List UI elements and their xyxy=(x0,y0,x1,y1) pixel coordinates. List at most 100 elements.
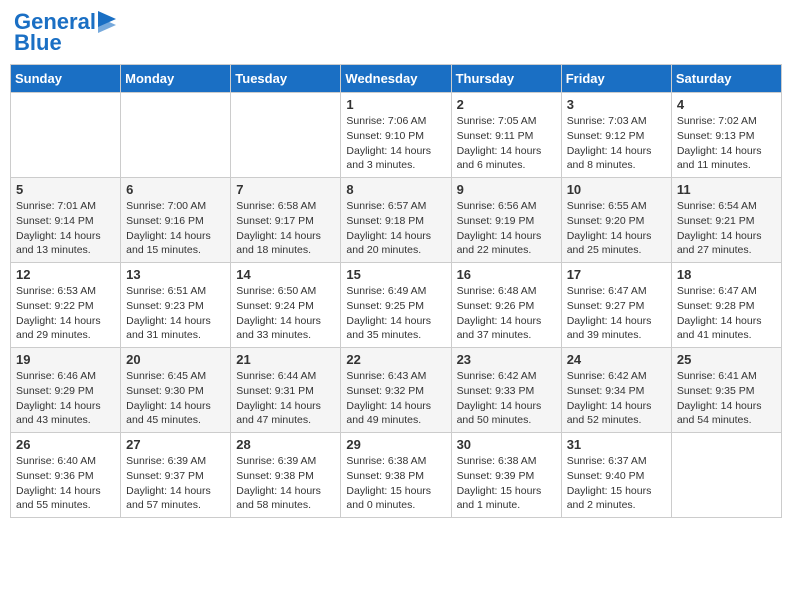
day-info: Sunrise: 7:05 AM Sunset: 9:11 PM Dayligh… xyxy=(457,114,556,173)
day-number: 27 xyxy=(126,437,225,452)
calendar-cell: 15 Sunrise: 6:49 AM Sunset: 9:25 PM Dayli… xyxy=(341,263,451,348)
weekday-header-tuesday: Tuesday xyxy=(231,65,341,93)
day-number: 4 xyxy=(677,97,776,112)
day-number: 10 xyxy=(567,182,666,197)
day-number: 23 xyxy=(457,352,556,367)
logo: General Blue xyxy=(14,10,116,56)
calendar-cell: 23 Sunrise: 6:42 AM Sunset: 9:33 PM Dayli… xyxy=(451,348,561,433)
day-info: Sunrise: 6:39 AM Sunset: 9:37 PM Dayligh… xyxy=(126,454,225,513)
calendar-cell: 14Sunrise: 6:50 AM Sunset: 9:24 PM Dayli… xyxy=(231,263,341,348)
day-number: 8 xyxy=(346,182,445,197)
calendar-cell: 27 Sunrise: 6:39 AM Sunset: 9:37 PM Dayli… xyxy=(121,433,231,518)
calendar-cell: 17 Sunrise: 6:47 AM Sunset: 9:27 PM Dayli… xyxy=(561,263,671,348)
day-info: Sunrise: 6:47 AM Sunset: 9:27 PM Dayligh… xyxy=(567,284,666,343)
day-number: 20 xyxy=(126,352,225,367)
day-number: 17 xyxy=(567,267,666,282)
day-number: 18 xyxy=(677,267,776,282)
weekday-header-wednesday: Wednesday xyxy=(341,65,451,93)
weekday-header-thursday: Thursday xyxy=(451,65,561,93)
day-number: 15 xyxy=(346,267,445,282)
day-info: Sunrise: 6:37 AM Sunset: 9:40 PM Dayligh… xyxy=(567,454,666,513)
calendar-cell: 4 Sunrise: 7:02 AM Sunset: 9:13 PM Daylig… xyxy=(671,93,781,178)
calendar-cell: 12 Sunrise: 6:53 AM Sunset: 9:22 PM Dayli… xyxy=(11,263,121,348)
weekday-header-sunday: Sunday xyxy=(11,65,121,93)
day-info: Sunrise: 6:51 AM Sunset: 9:23 PM Dayligh… xyxy=(126,284,225,343)
calendar-cell: 29 Sunrise: 6:38 AM Sunset: 9:38 PM Dayli… xyxy=(341,433,451,518)
calendar-cell: 16 Sunrise: 6:48 AM Sunset: 9:26 PM Dayli… xyxy=(451,263,561,348)
weekday-header-friday: Friday xyxy=(561,65,671,93)
day-info: Sunrise: 6:43 AM Sunset: 9:32 PM Dayligh… xyxy=(346,369,445,428)
page-header: General Blue xyxy=(10,10,782,56)
calendar-cell: 2 Sunrise: 7:05 AM Sunset: 9:11 PM Daylig… xyxy=(451,93,561,178)
calendar-cell: 6 Sunrise: 7:00 AM Sunset: 9:16 PM Daylig… xyxy=(121,178,231,263)
day-info: Sunrise: 6:38 AM Sunset: 9:39 PM Dayligh… xyxy=(457,454,556,513)
day-info: Sunrise: 7:06 AM Sunset: 9:10 PM Dayligh… xyxy=(346,114,445,173)
day-info: Sunrise: 6:38 AM Sunset: 9:38 PM Dayligh… xyxy=(346,454,445,513)
day-info: Sunrise: 6:48 AM Sunset: 9:26 PM Dayligh… xyxy=(457,284,556,343)
day-info: Sunrise: 6:44 AM Sunset: 9:31 PM Dayligh… xyxy=(236,369,335,428)
weekday-header-saturday: Saturday xyxy=(671,65,781,93)
day-number: 11 xyxy=(677,182,776,197)
day-number: 13 xyxy=(126,267,225,282)
calendar-cell: 20 Sunrise: 6:45 AM Sunset: 9:30 PM Dayli… xyxy=(121,348,231,433)
calendar-cell: 22 Sunrise: 6:43 AM Sunset: 9:32 PM Dayli… xyxy=(341,348,451,433)
day-info: Sunrise: 7:03 AM Sunset: 9:12 PM Dayligh… xyxy=(567,114,666,173)
calendar-cell: 3 Sunrise: 7:03 AM Sunset: 9:12 PM Daylig… xyxy=(561,93,671,178)
calendar-cell: 24 Sunrise: 6:42 AM Sunset: 9:34 PM Dayli… xyxy=(561,348,671,433)
day-info: Sunrise: 6:41 AM Sunset: 9:35 PM Dayligh… xyxy=(677,369,776,428)
calendar-cell: 31 Sunrise: 6:37 AM Sunset: 9:40 PM Dayli… xyxy=(561,433,671,518)
day-number: 21 xyxy=(236,352,335,367)
day-number: 2 xyxy=(457,97,556,112)
calendar-cell: 18 Sunrise: 6:47 AM Sunset: 9:28 PM Dayli… xyxy=(671,263,781,348)
day-number: 31 xyxy=(567,437,666,452)
calendar-cell: 21 Sunrise: 6:44 AM Sunset: 9:31 PM Dayli… xyxy=(231,348,341,433)
day-info: Sunrise: 7:00 AM Sunset: 9:16 PM Dayligh… xyxy=(126,199,225,258)
day-info: Sunrise: 6:56 AM Sunset: 9:19 PM Dayligh… xyxy=(457,199,556,258)
day-number: 26 xyxy=(16,437,115,452)
day-info: Sunrise: 6:58 AM Sunset: 9:17 PM Dayligh… xyxy=(236,199,335,258)
calendar-cell: 7Sunrise: 6:58 AM Sunset: 9:17 PM Daylig… xyxy=(231,178,341,263)
logo-icon xyxy=(98,11,116,33)
calendar-cell: 26 Sunrise: 6:40 AM Sunset: 9:36 PM Dayli… xyxy=(11,433,121,518)
day-info: Sunrise: 6:47 AM Sunset: 9:28 PM Dayligh… xyxy=(677,284,776,343)
calendar-cell: 9 Sunrise: 6:56 AM Sunset: 9:19 PM Daylig… xyxy=(451,178,561,263)
day-number: 12 xyxy=(16,267,115,282)
calendar-cell: 19 Sunrise: 6:46 AM Sunset: 9:29 PM Dayli… xyxy=(11,348,121,433)
day-number: 24 xyxy=(567,352,666,367)
day-info: Sunrise: 6:55 AM Sunset: 9:20 PM Dayligh… xyxy=(567,199,666,258)
day-info: Sunrise: 6:39 AM Sunset: 9:38 PM Dayligh… xyxy=(236,454,335,513)
day-info: Sunrise: 6:45 AM Sunset: 9:30 PM Dayligh… xyxy=(126,369,225,428)
day-info: Sunrise: 6:40 AM Sunset: 9:36 PM Dayligh… xyxy=(16,454,115,513)
calendar-cell: 28Sunrise: 6:39 AM Sunset: 9:38 PM Dayli… xyxy=(231,433,341,518)
day-info: Sunrise: 6:42 AM Sunset: 9:33 PM Dayligh… xyxy=(457,369,556,428)
day-info: Sunrise: 6:49 AM Sunset: 9:25 PM Dayligh… xyxy=(346,284,445,343)
calendar-table: SundayMondayTuesdayWednesdayThursdayFrid… xyxy=(10,64,782,518)
calendar-cell: 1 Sunrise: 7:06 AM Sunset: 9:10 PM Daylig… xyxy=(341,93,451,178)
day-number: 1 xyxy=(346,97,445,112)
calendar-cell: 11 Sunrise: 6:54 AM Sunset: 9:21 PM Dayli… xyxy=(671,178,781,263)
day-info: Sunrise: 7:02 AM Sunset: 9:13 PM Dayligh… xyxy=(677,114,776,173)
day-info: Sunrise: 6:53 AM Sunset: 9:22 PM Dayligh… xyxy=(16,284,115,343)
day-number: 16 xyxy=(457,267,556,282)
day-info: Sunrise: 6:46 AM Sunset: 9:29 PM Dayligh… xyxy=(16,369,115,428)
day-number: 9 xyxy=(457,182,556,197)
day-number: 6 xyxy=(126,182,225,197)
day-info: Sunrise: 7:01 AM Sunset: 9:14 PM Dayligh… xyxy=(16,199,115,258)
calendar-cell xyxy=(121,93,231,178)
day-number: 29 xyxy=(346,437,445,452)
day-info: Sunrise: 6:42 AM Sunset: 9:34 PM Dayligh… xyxy=(567,369,666,428)
day-number: 19 xyxy=(16,352,115,367)
day-number: 30 xyxy=(457,437,556,452)
day-number: 22 xyxy=(346,352,445,367)
calendar-cell: 30 Sunrise: 6:38 AM Sunset: 9:39 PM Dayli… xyxy=(451,433,561,518)
calendar-cell xyxy=(671,433,781,518)
day-info: Sunrise: 6:54 AM Sunset: 9:21 PM Dayligh… xyxy=(677,199,776,258)
day-number: 3 xyxy=(567,97,666,112)
calendar-cell: 13 Sunrise: 6:51 AM Sunset: 9:23 PM Dayli… xyxy=(121,263,231,348)
day-number: 14 xyxy=(236,267,335,282)
calendar-cell: 10 Sunrise: 6:55 AM Sunset: 9:20 PM Dayli… xyxy=(561,178,671,263)
calendar-cell: 25Sunrise: 6:41 AM Sunset: 9:35 PM Dayli… xyxy=(671,348,781,433)
calendar-cell: 5Sunrise: 7:01 AM Sunset: 9:14 PM Daylig… xyxy=(11,178,121,263)
calendar-cell xyxy=(231,93,341,178)
weekday-header-monday: Monday xyxy=(121,65,231,93)
